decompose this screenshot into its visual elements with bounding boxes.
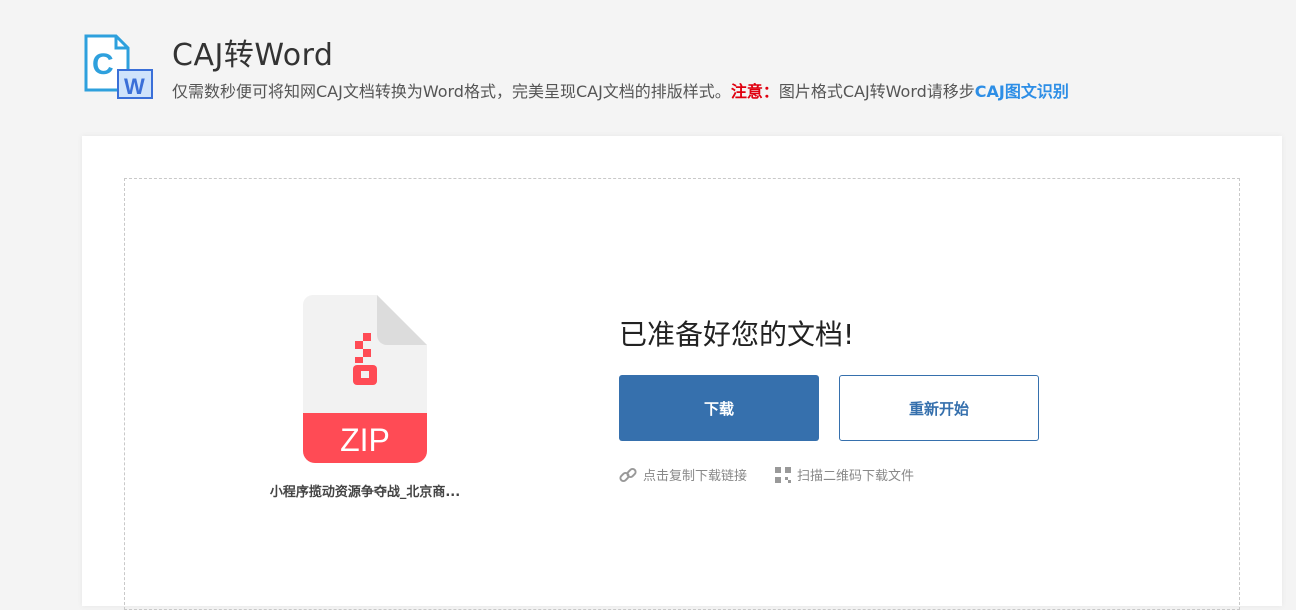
result-area: ZIP 小程序揽动资源争夺战_北京商... 已准备好您的文档! 下载 重新开始 … (124, 178, 1240, 610)
ready-title: 已准备好您的文档! (619, 318, 855, 351)
file-name: 小程序揽动资源争夺战_北京商... (269, 485, 461, 500)
caj-to-word-logo-icon: C W (84, 34, 153, 99)
copy-link-label: 点击复制下载链接 (643, 469, 748, 484)
warning-text: 图片格式CAJ转Word请移步 (778, 82, 975, 101)
qr-download-action[interactable]: 扫描二维码下载文件 (775, 465, 914, 484)
svg-text:W: W (124, 74, 145, 99)
qr-code-icon (775, 466, 791, 483)
copy-link-action[interactable]: 点击复制下载链接 (619, 465, 747, 484)
description-text: 仅需数秒便可将知网CAJ文档转换为Word格式，完美呈现CAJ文档的排版样式。 (172, 82, 731, 101)
result-card: ZIP 小程序揽动资源争夺战_北京商... 已准备好您的文档! 下载 重新开始 … (82, 136, 1282, 610)
ocr-link[interactable]: CAJ图文识别 (975, 82, 1069, 101)
link-icon (619, 467, 637, 482)
page-title: CAJ转Word (172, 38, 334, 73)
restart-button[interactable]: 重新开始 (839, 375, 1039, 441)
zip-file-icon: ZIP (303, 295, 427, 463)
warning-label: 注意： (730, 82, 779, 101)
download-button[interactable]: 下载 (619, 375, 819, 441)
qr-label: 扫描二维码下载文件 (797, 469, 915, 484)
svg-text:ZIP: ZIP (340, 422, 390, 458)
page-header: C W CAJ转Word 仅需数秒便可将知网CAJ文档转换为Word格式，完美呈… (82, 30, 1262, 110)
svg-text:C: C (92, 48, 114, 81)
page-description: 仅需数秒便可将知网CAJ文档转换为Word格式，完美呈现CAJ文档的排版样式。注… (172, 78, 1069, 102)
